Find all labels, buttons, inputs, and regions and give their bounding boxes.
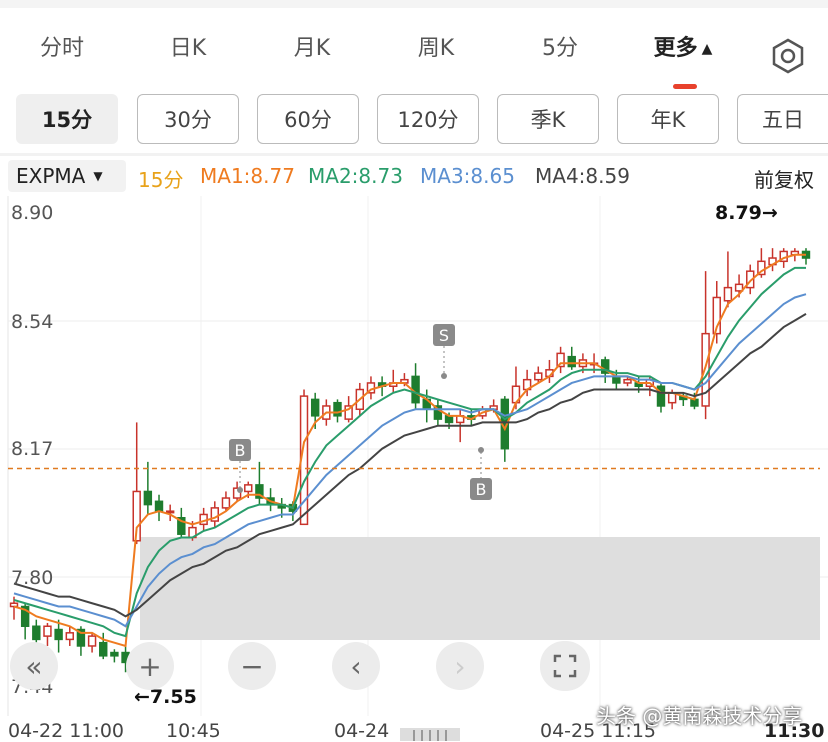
indicator-legend: EXPMA ▼ 15分 MA1:8.77 MA2:8.73 MA3:8.65 MA… — [0, 160, 828, 196]
interval-selector: 15分 30分 60分 120分 季K 年K 五日 — [0, 94, 828, 146]
candle-body — [244, 484, 253, 493]
tab-more[interactable]: 更多 ▲ — [654, 30, 713, 62]
settings-gear-icon[interactable] — [770, 38, 806, 74]
dropdown-triangle-icon: ▼ — [93, 169, 103, 183]
candle-body — [723, 286, 733, 302]
interval-120min[interactable]: 120分 — [377, 94, 479, 144]
candle-body — [165, 510, 175, 514]
sell-marker-dot — [441, 373, 447, 379]
kline-chart-svg: B S B — [7, 196, 828, 716]
interval-quarterly-k[interactable]: 季K — [497, 94, 599, 144]
candle-body — [32, 625, 41, 641]
interval-yearly-k[interactable]: 年K — [617, 94, 719, 144]
candle-body — [143, 490, 153, 506]
chevron-right-icon: › — [454, 649, 466, 683]
high-price-label: 8.79→ — [715, 202, 778, 224]
tab-daily-k[interactable]: 日K — [170, 30, 206, 62]
candle-body — [54, 628, 63, 641]
tab-monthly-k[interactable]: 月K — [294, 30, 330, 62]
candle-body — [221, 497, 231, 509]
fullscreen-button[interactable] — [540, 641, 590, 691]
tab-intraday[interactable]: 分时 — [40, 30, 84, 62]
candle-body — [87, 635, 97, 647]
sell-marker-text: S — [439, 326, 449, 345]
buy-marker-1-text: B — [235, 441, 246, 460]
x-label-1: 04-22 11:00 — [8, 720, 125, 742]
candle-body — [9, 602, 19, 608]
candle-body — [43, 625, 52, 637]
legend-ma3: MA3:8.65 — [420, 164, 515, 188]
legend-ma4: MA4:8.59 — [535, 164, 630, 188]
divider — [0, 153, 828, 156]
legend-ma1: MA1:8.77 — [200, 164, 295, 188]
active-tab-underline — [673, 84, 697, 89]
buy-marker-2-text: B — [476, 480, 487, 499]
y-label-854: 8.54 — [11, 311, 54, 333]
overlay-band — [140, 537, 820, 640]
y-label-780: 7.80 — [11, 567, 54, 589]
next-button[interactable]: › — [436, 642, 484, 690]
prev-button[interactable]: ‹ — [332, 642, 380, 690]
status-strip — [0, 0, 828, 8]
zoom-out-button[interactable]: − — [228, 642, 276, 690]
y-label-817: 8.17 — [11, 438, 54, 460]
legend-period: 15分 — [138, 168, 184, 192]
scroll-indicator[interactable] — [400, 728, 460, 741]
adjust-mode-button[interactable]: 前复权 — [754, 164, 814, 193]
candle-body — [534, 372, 543, 381]
watermark: 头条 @黄南森技术分享 — [596, 704, 803, 728]
chevron-left-icon: ‹ — [350, 649, 362, 683]
caret-up-icon: ▲ — [701, 41, 713, 57]
candle-body — [567, 355, 576, 368]
buy-marker-1-dot — [237, 487, 243, 493]
candle-body — [110, 651, 119, 657]
tab-weekly-k[interactable]: 周K — [418, 30, 454, 62]
minus-icon: − — [240, 649, 264, 683]
kline-chart[interactable]: B S B 8.90 8.54 8.17 7.80 7.44 8.79→ ←7.… — [0, 196, 828, 716]
tab-5min[interactable]: 5分 — [542, 30, 578, 62]
rewind-button[interactable]: « — [10, 642, 58, 690]
y-label-890: 8.90 — [11, 202, 54, 224]
plus-icon: + — [138, 649, 162, 683]
zoom-in-button[interactable]: + — [126, 642, 174, 690]
indicator-name: EXPMA — [16, 164, 86, 188]
fullscreen-icon — [553, 654, 577, 678]
candle-body — [65, 632, 74, 641]
candle-body — [333, 401, 342, 417]
x-label-2: 10:45 — [166, 720, 221, 742]
candle-body — [310, 398, 320, 417]
interval-60min[interactable]: 60分 — [257, 94, 359, 144]
candle-body — [701, 332, 710, 407]
interval-30min[interactable]: 30分 — [137, 94, 239, 144]
double-chevron-left-icon: « — [25, 649, 43, 683]
candle-body — [99, 641, 108, 657]
tab-more-label: 更多 — [653, 36, 698, 61]
candle-body — [656, 385, 666, 407]
legend-ma2: MA2:8.73 — [308, 164, 403, 188]
indicator-dropdown[interactable]: EXPMA ▼ — [8, 160, 126, 192]
period-tabs: 分时 日K 月K 周K 5分 更多 ▲ — [0, 8, 828, 89]
candle-body — [623, 378, 632, 384]
candle-body — [154, 500, 164, 512]
interval-five-day[interactable]: 五日 — [737, 94, 828, 144]
x-label-3: 04-24 — [334, 720, 390, 742]
interval-15min[interactable]: 15分 — [16, 94, 118, 144]
